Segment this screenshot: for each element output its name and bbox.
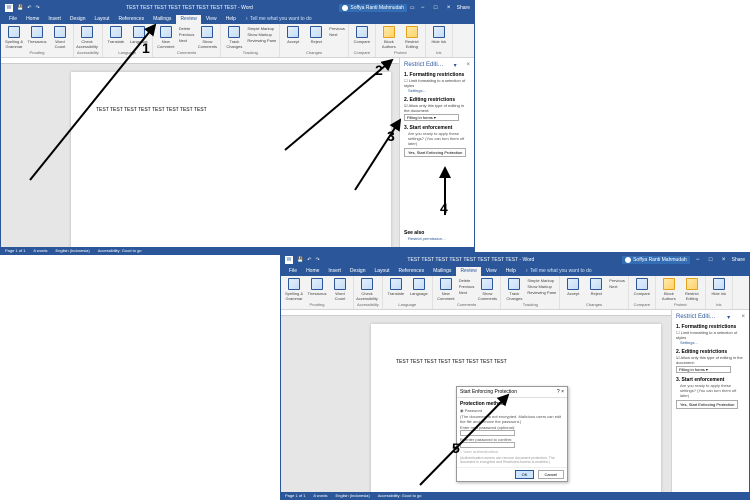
user-badge[interactable]: Soffya Ranti Mahmudah	[339, 4, 407, 12]
spelling-grammar-button[interactable]: Spelling & Grammar	[4, 26, 24, 49]
formatting-checkbox[interactable]: ☐ Limit formatting to a selection of sty…	[404, 78, 470, 88]
statusbar: Page 1 of 18 words English (Indonesia)Ac…	[281, 492, 749, 499]
user-badge[interactable]: Soffya Ranti Mahmudah	[622, 256, 690, 264]
accept-button[interactable]: Accept	[283, 26, 303, 44]
page[interactable]: TEST TEST TEST TEST TEST TEST TEST TEST	[71, 72, 391, 247]
cancel-button[interactable]: Cancel	[538, 470, 564, 479]
block-authors-button[interactable]: Block Authors	[379, 26, 399, 49]
ribbon-options-icon[interactable]: ▭	[410, 5, 415, 11]
start-enforcing-dialog: Start Enforcing Protection ? × Protectio…	[456, 386, 568, 482]
annotation-4: 4	[440, 200, 448, 216]
tab-home[interactable]: Home	[22, 15, 43, 24]
check-accessibility-button[interactable]: Check Accessibility	[77, 26, 97, 49]
maximize-icon[interactable]: □	[706, 257, 716, 263]
titlebar: W 💾 ↶ ↷ TEST TEST TEST TEST TEST TEST TE…	[1, 1, 474, 15]
start-enforcing-button[interactable]: Yes, Start Enforcing Protection	[404, 148, 466, 157]
formatting-settings-link[interactable]: Settings…	[404, 88, 470, 93]
document-text: TEST TEST TEST TEST TEST TEST TEST TEST	[96, 107, 207, 113]
window-title: TEST TEST TEST TEST TEST TEST TEST TEST …	[40, 5, 340, 11]
reject-button[interactable]: Reject	[306, 26, 326, 44]
dialog-help-icon[interactable]: ?	[557, 389, 560, 395]
compare-button[interactable]: Compare	[352, 26, 372, 44]
document-area: TEST TEST TEST TEST TEST TEST TEST TEST …	[281, 310, 671, 492]
minimize-icon[interactable]: −	[418, 5, 428, 11]
editing-checkbox[interactable]: ☑ Allow only this type of editing in the…	[404, 103, 470, 113]
restrict-editing-pane: Restrict Editi…▾× 1. Formatting restrict…	[671, 310, 749, 494]
document-text: TEST TEST TEST TEST TEST TEST TEST TEST	[396, 359, 507, 365]
tab-mailings[interactable]: Mailings	[149, 15, 175, 24]
annotation-2: 2	[375, 62, 383, 78]
tab-references[interactable]: References	[115, 15, 149, 24]
qat-save-icon[interactable]: 💾	[17, 5, 23, 11]
window-title: TEST TEST TEST TEST TEST TEST TEST TEST …	[320, 257, 622, 263]
tab-file[interactable]: File	[5, 15, 21, 24]
tab-insert[interactable]: Insert	[44, 15, 65, 24]
dialog-close-icon[interactable]: ×	[561, 389, 564, 395]
restrict-editing-button[interactable]: Restrict Editing	[402, 26, 422, 49]
tab-layout[interactable]: Layout	[91, 15, 114, 24]
password-radio[interactable]: ◉ Password	[460, 408, 564, 413]
changes-nav[interactable]: PreviousNext	[329, 26, 345, 37]
qat-undo-icon[interactable]: ↶	[27, 5, 31, 11]
pane-dropdown-icon[interactable]: ▾	[454, 62, 457, 69]
ok-button[interactable]: OK	[515, 470, 535, 479]
annotation-3: 3	[387, 128, 395, 144]
tab-view[interactable]: View	[202, 15, 221, 24]
editing-type-select[interactable]: Filling in forms ▾	[404, 114, 459, 121]
ribbon: Spelling & Grammar Thesaurus Word Count …	[281, 276, 749, 310]
ruler[interactable]	[281, 310, 671, 316]
restrict-editing-pane: Restrict Editi… ▾ × 1. Formatting restri…	[399, 58, 474, 249]
pane-close-icon[interactable]: ×	[466, 62, 470, 69]
word-icon: W	[5, 4, 13, 12]
thesaurus-button[interactable]: Thesaurus	[27, 26, 47, 44]
menubar: File Home Insert Design Layout Reference…	[1, 15, 474, 24]
word-window-1: W 💾 ↶ ↷ TEST TEST TEST TEST TEST TEST TE…	[0, 0, 475, 255]
password-input[interactable]	[460, 430, 515, 436]
tell-me[interactable]: ♀ Tell me what you want to do	[241, 15, 316, 24]
userauth-radio: ○ User authentication	[460, 449, 564, 454]
minimize-icon[interactable]: −	[693, 257, 703, 263]
restrict-permission-link[interactable]: Restrict permission…	[404, 236, 446, 241]
word-count-button[interactable]: Word Count	[50, 26, 70, 49]
ribbon: Spelling & Grammar Thesaurus Word Count …	[1, 24, 474, 58]
new-comment-button[interactable]: New Comment	[156, 26, 176, 49]
tab-review[interactable]: Review	[176, 15, 200, 24]
menubar: FileHome InsertDesign LayoutReferences M…	[281, 267, 749, 276]
show-comments-button[interactable]: Show Comments	[197, 26, 217, 49]
tab-design[interactable]: Design	[66, 15, 90, 24]
close-icon[interactable]: ×	[719, 257, 729, 263]
translate-button[interactable]: Translate	[106, 26, 126, 44]
tab-help[interactable]: Help	[222, 15, 240, 24]
close-icon[interactable]: ×	[444, 5, 454, 11]
track-changes-button[interactable]: Track Changes	[224, 26, 244, 49]
annotation-1: 1	[142, 40, 150, 56]
confirm-password-input[interactable]	[460, 442, 515, 448]
maximize-icon[interactable]: □	[431, 5, 441, 11]
titlebar: W💾↶↷ TEST TEST TEST TEST TEST TEST TEST …	[281, 253, 749, 267]
share-button[interactable]: Share	[457, 5, 470, 11]
comment-nav[interactable]: DeletePreviousNext	[179, 26, 195, 43]
tracking-options[interactable]: Simple MarkupShow MarkupReviewing Pane	[247, 26, 276, 43]
hide-ink-button[interactable]: Hide Ink	[429, 26, 449, 44]
word-window-2: W💾↶↷ TEST TEST TEST TEST TEST TEST TEST …	[280, 252, 750, 500]
annotation-5: 5	[452, 440, 460, 456]
